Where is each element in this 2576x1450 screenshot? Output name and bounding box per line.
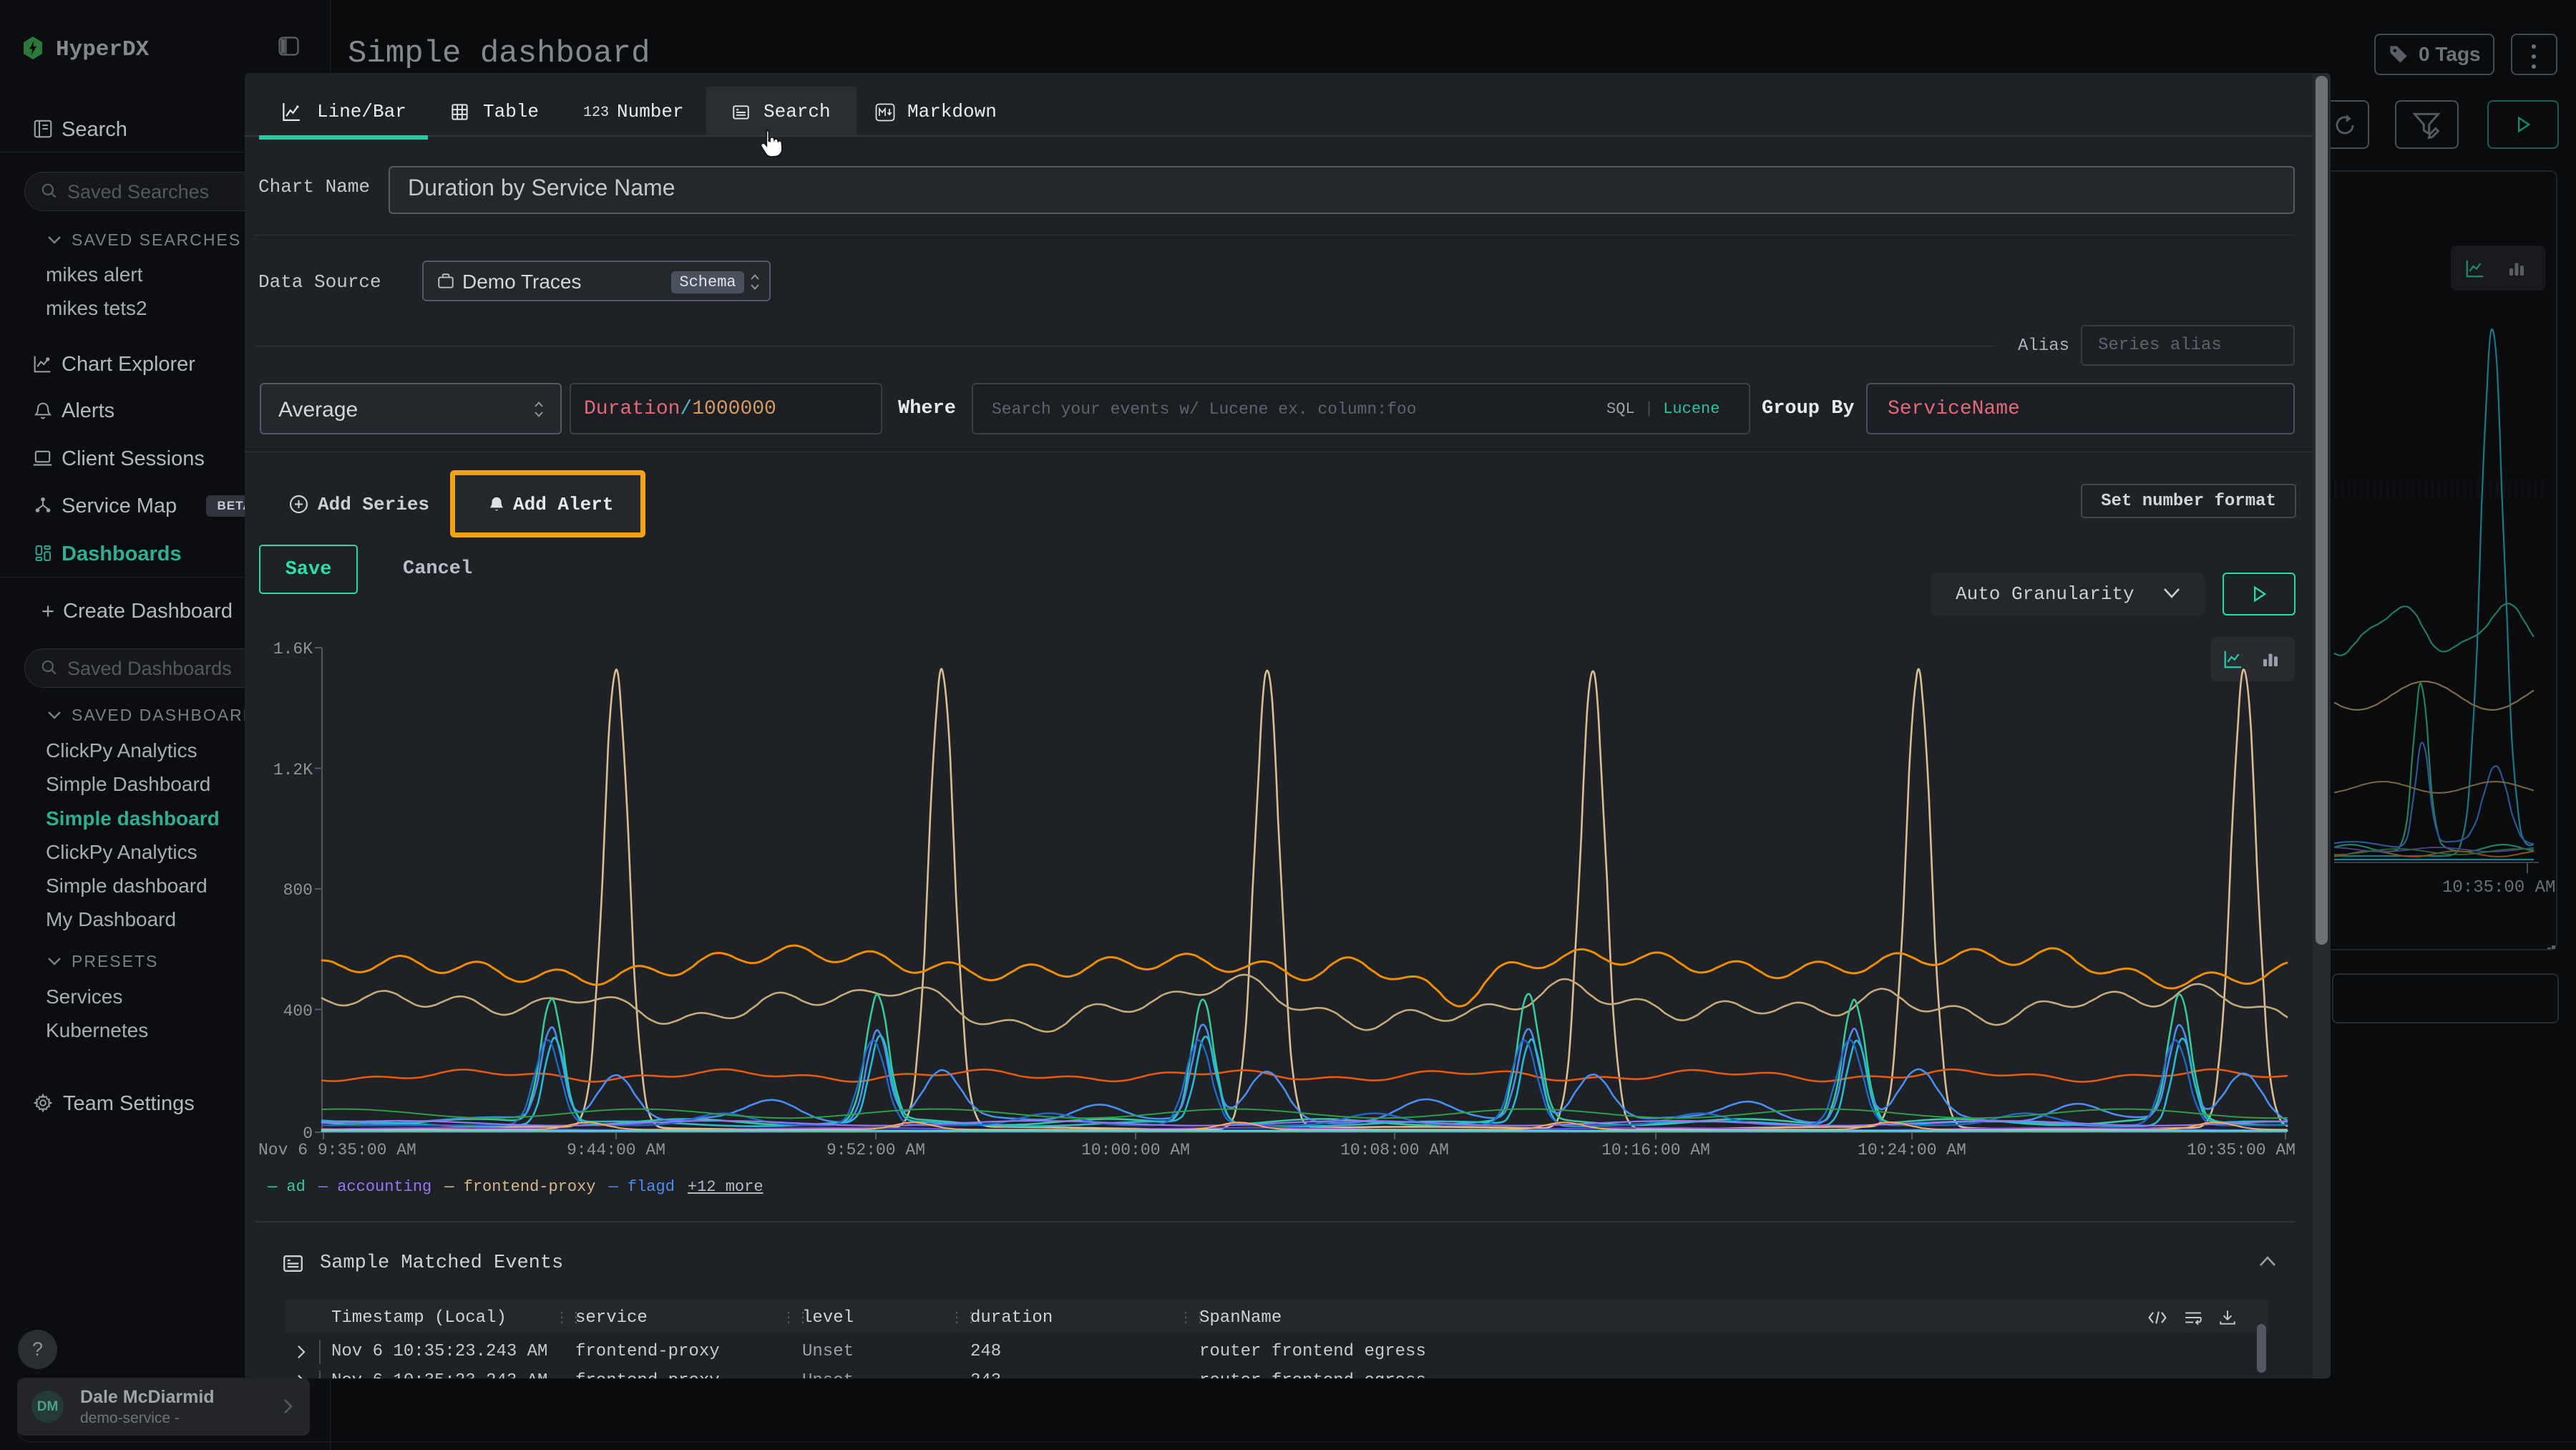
svg-text:10:24:00 AM: 10:24:00 AM (1858, 1141, 1966, 1159)
svg-text:9:44:00 AM: 9:44:00 AM (567, 1141, 665, 1159)
svg-text:9:52:00 AM: 9:52:00 AM (826, 1141, 925, 1159)
svg-text:10:08:00 AM: 10:08:00 AM (1340, 1141, 1449, 1159)
svg-text:10:00:00 AM: 10:00:00 AM (1081, 1141, 1190, 1159)
svg-text:400: 400 (283, 1002, 313, 1021)
svg-text:10:35:00 AM: 10:35:00 AM (2187, 1141, 2296, 1159)
svg-text:1.6K: 1.6K (273, 640, 313, 658)
svg-text:10:16:00 AM: 10:16:00 AM (1601, 1141, 1710, 1159)
svg-text:800: 800 (283, 881, 313, 900)
svg-text:1.2K: 1.2K (273, 761, 313, 779)
svg-text:Nov 6 9:35:00 AM: Nov 6 9:35:00 AM (258, 1141, 416, 1159)
